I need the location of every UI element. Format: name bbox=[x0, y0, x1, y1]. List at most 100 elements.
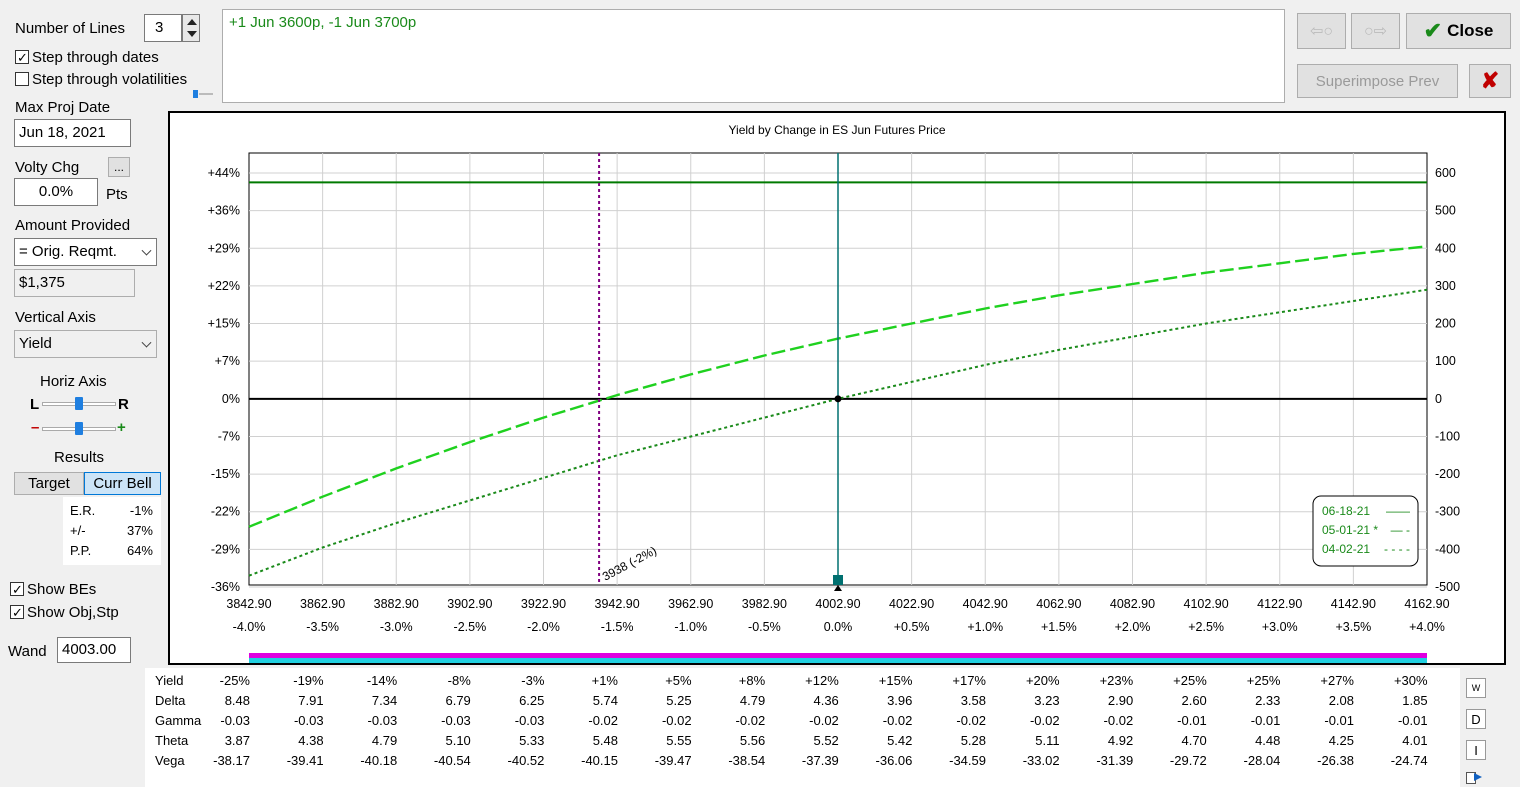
x-tick-pct: -1.5% bbox=[601, 620, 634, 634]
vol-mini-slider[interactable] bbox=[193, 90, 215, 100]
y-tick-right: -200 bbox=[1435, 467, 1460, 481]
amount-value-field: $1,375 bbox=[14, 269, 135, 297]
greeks-cell: -0.03 bbox=[220, 713, 250, 728]
volty-chg-ellipsis-button[interactable]: ... bbox=[108, 157, 130, 177]
step-vols-checkbox[interactable]: Step through volatilities bbox=[15, 71, 187, 88]
x-tick-price: 4022.90 bbox=[889, 597, 934, 611]
spin-down-icon[interactable] bbox=[187, 31, 197, 37]
greeks-cell: 4.79 bbox=[739, 693, 766, 708]
greeks-cell: 3.23 bbox=[1034, 693, 1060, 708]
greeks-cell: -24.74 bbox=[1390, 753, 1428, 768]
greeks-cell: 5.42 bbox=[887, 733, 913, 748]
checkbox-unchecked-icon[interactable] bbox=[15, 72, 29, 86]
max-proj-date-input[interactable]: Jun 18, 2021 bbox=[14, 119, 131, 147]
vol-slider-thumb[interactable] bbox=[193, 90, 198, 98]
legend-label: 05-01-21 * bbox=[1322, 523, 1378, 537]
show-bes-checkbox[interactable]: Show BEs bbox=[10, 581, 96, 598]
wand-input[interactable]: 4003.00 bbox=[57, 637, 131, 663]
greeks-cell: -40.52 bbox=[507, 753, 545, 768]
greeks-cell: +23% bbox=[1099, 673, 1134, 688]
num-lines-spinner[interactable] bbox=[182, 14, 200, 42]
curr-bell-button[interactable]: Curr Bell bbox=[84, 472, 161, 495]
x-tick-price: 4082.90 bbox=[1110, 597, 1155, 611]
x-tick-pct: -3.5% bbox=[306, 620, 339, 634]
y-tick-left: -7% bbox=[218, 429, 240, 443]
x-tick-pct: +4.0% bbox=[1409, 620, 1445, 634]
greeks-cell: 8.48 bbox=[224, 693, 250, 708]
vertical-axis-select[interactable]: Yield bbox=[14, 330, 157, 358]
greeks-cell: 7.91 bbox=[298, 693, 324, 708]
vertical-axis-value: Yield bbox=[19, 335, 52, 352]
greeks-row-label: Vega bbox=[155, 753, 185, 768]
step-dates-checkbox[interactable]: Step through dates bbox=[15, 49, 159, 66]
chevron-down-icon[interactable] bbox=[141, 245, 152, 256]
greeks-cell: -39.41 bbox=[286, 753, 324, 768]
checkbox-checked-icon[interactable] bbox=[15, 50, 29, 64]
num-lines-input[interactable]: 3 bbox=[144, 14, 182, 42]
x-tick-price: 4102.90 bbox=[1184, 597, 1229, 611]
greeks-cell: 4.38 bbox=[298, 733, 324, 748]
num-lines-label: Number of Lines bbox=[15, 20, 126, 37]
show-obj-checkbox[interactable]: Show Obj,Stp bbox=[10, 604, 119, 621]
y-tick-right: 200 bbox=[1435, 317, 1456, 331]
chart-panel[interactable]: Yield by Change in ES Jun Futures Price … bbox=[168, 111, 1506, 665]
horiz-axis-slider-thumb[interactable] bbox=[75, 397, 83, 410]
x-tick-pct: +3.0% bbox=[1262, 620, 1298, 634]
y-tick-right: -300 bbox=[1435, 505, 1460, 519]
greeks-cell: -0.02 bbox=[588, 713, 618, 728]
greeks-cell: -40.18 bbox=[360, 753, 398, 768]
zoom-slider-thumb[interactable] bbox=[75, 422, 83, 435]
greeks-cell: -0.03 bbox=[441, 713, 471, 728]
position-textarea[interactable]: +1 Jun 3600p, -1 Jun 3700p bbox=[222, 9, 1285, 103]
side-button-i[interactable]: I bbox=[1466, 740, 1486, 760]
close-button[interactable]: ✔ Close bbox=[1406, 13, 1511, 49]
close-label: Close bbox=[1447, 21, 1494, 40]
greeks-cell: -33.02 bbox=[1022, 753, 1060, 768]
y-tick-left: 0% bbox=[222, 392, 240, 406]
side-button-d[interactable]: D bbox=[1466, 709, 1486, 729]
greeks-cell: -3% bbox=[521, 673, 545, 688]
greeks-cell: +8% bbox=[738, 673, 766, 688]
zoom-plus-label: + bbox=[117, 419, 126, 436]
cancel-button[interactable]: ✘ bbox=[1469, 64, 1511, 98]
export-icon[interactable] bbox=[1466, 770, 1484, 785]
greeks-cell: -0.02 bbox=[1103, 713, 1134, 728]
greeks-cell: -38.54 bbox=[728, 753, 766, 768]
greeks-cell: -0.01 bbox=[1177, 713, 1207, 728]
arrow-right-icon: ○⇨ bbox=[1363, 23, 1388, 40]
amount-provided-value: = Orig. Reqmt. bbox=[19, 243, 117, 260]
x-tick-price: 3902.90 bbox=[447, 597, 492, 611]
next-button[interactable]: ○⇨ bbox=[1351, 13, 1400, 49]
amount-provided-select[interactable]: = Orig. Reqmt. bbox=[14, 238, 157, 266]
x-tick-pct: 0.0% bbox=[824, 620, 853, 634]
y-tick-right: -100 bbox=[1435, 429, 1460, 443]
x-tick-pct: -1.0% bbox=[674, 620, 707, 634]
chevron-down-icon[interactable] bbox=[141, 337, 152, 348]
yield-chart[interactable]: Yield by Change in ES Jun Futures Price … bbox=[170, 113, 1504, 663]
y-tick-left: +22% bbox=[208, 279, 240, 293]
target-button[interactable]: Target bbox=[14, 472, 84, 495]
x-tick-price: 4062.90 bbox=[1036, 597, 1081, 611]
x-tick-price: 3842.90 bbox=[226, 597, 271, 611]
superimpose-prev-button[interactable]: Superimpose Prev bbox=[1297, 64, 1458, 98]
spin-up-icon[interactable] bbox=[187, 19, 197, 25]
volty-chg-input[interactable]: 0.0% bbox=[14, 178, 98, 206]
results-box: E.R. -1% +/- 37% P.P. 64% bbox=[63, 497, 161, 565]
y-tick-right: 600 bbox=[1435, 166, 1456, 180]
prev-button[interactable]: ⇦○ bbox=[1297, 13, 1346, 49]
greeks-cell: 4.79 bbox=[371, 733, 398, 748]
greeks-cell: 2.60 bbox=[1181, 693, 1207, 708]
greeks-cell: 5.48 bbox=[592, 733, 618, 748]
y-tick-right: 500 bbox=[1435, 204, 1456, 218]
checkbox-checked-icon[interactable] bbox=[10, 605, 24, 619]
x-tick-pct: +3.5% bbox=[1335, 620, 1371, 634]
greeks-cell: 4.36 bbox=[813, 693, 839, 708]
x-tick-price: 4142.90 bbox=[1331, 597, 1376, 611]
y-tick-right: 300 bbox=[1435, 279, 1456, 293]
greeks-cell: 5.56 bbox=[739, 733, 766, 748]
checkbox-checked-icon[interactable] bbox=[10, 582, 24, 596]
greeks-cell: -0.02 bbox=[735, 713, 766, 728]
side-button-w[interactable]: W bbox=[1466, 678, 1486, 698]
greeks-cell: 5.25 bbox=[666, 693, 692, 708]
current-price-triangle-icon bbox=[834, 585, 842, 591]
